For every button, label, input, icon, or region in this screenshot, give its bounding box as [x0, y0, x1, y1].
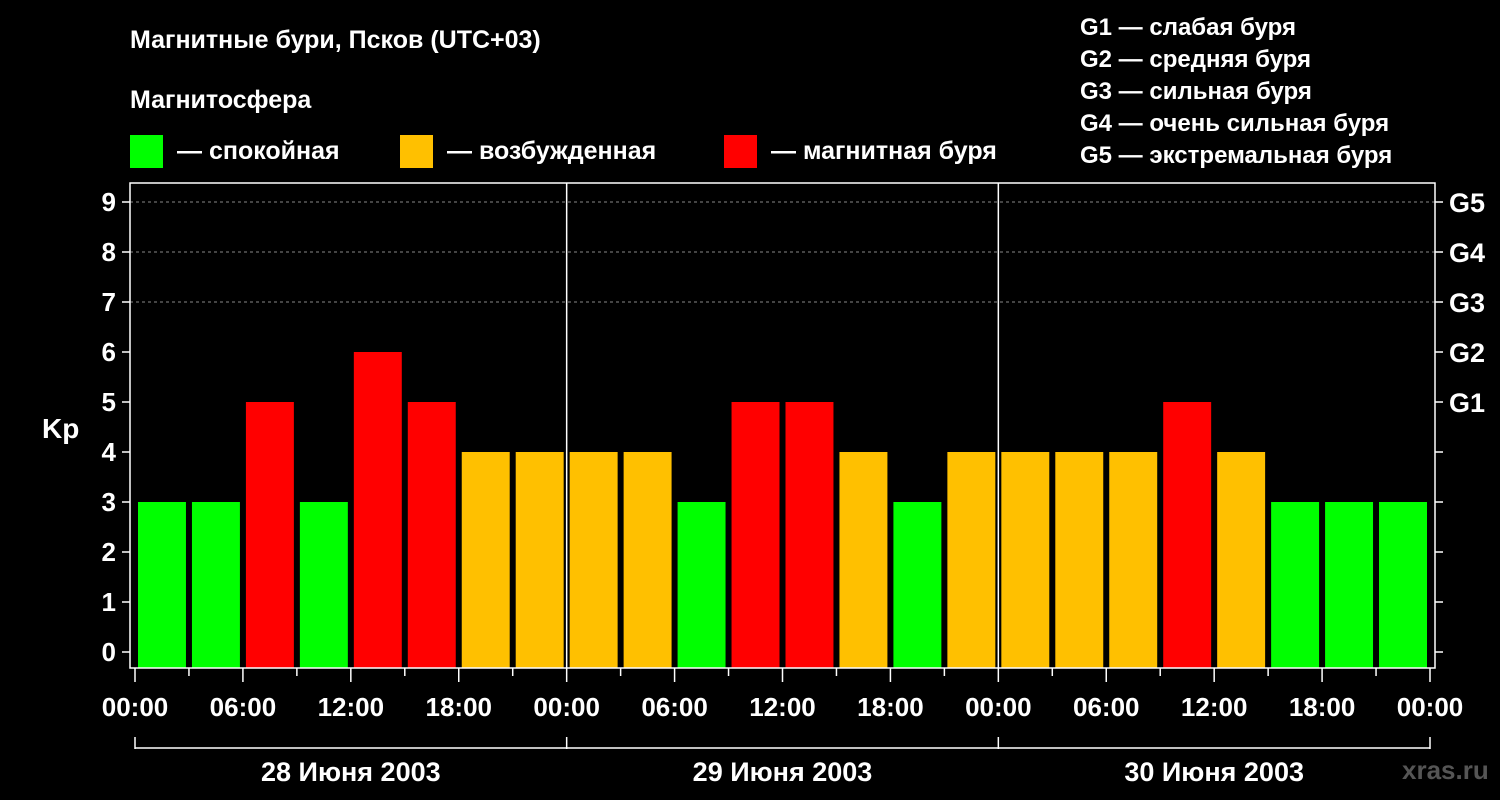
right-label-g4: G4 [1449, 238, 1485, 268]
bar-1 [191, 502, 240, 668]
bar-13 [839, 452, 888, 668]
bar-3 [299, 502, 348, 668]
bar-9 [623, 452, 672, 668]
bar-16 [1001, 452, 1050, 668]
right-label-g2: G2 [1449, 338, 1485, 368]
y-tick-label-2: 2 [102, 537, 116, 567]
y-tick-label-1: 1 [102, 587, 116, 617]
x-tick-label-2: 12:00 [318, 692, 385, 722]
bar-19 [1163, 402, 1212, 668]
bar-8 [569, 452, 618, 668]
kp-bar-chart: 0 1 2 3 4 5 6 7 8 9 G1 G2 G3 G4 G5 Kp 00:00 06:00 12:00 18:… [42, 182, 1485, 787]
x-tick-label-11: 18:00 [1289, 692, 1356, 722]
bar-2 [245, 402, 294, 668]
x-tick-label-9: 06:00 [1073, 692, 1140, 722]
x-tick-label-5: 06:00 [641, 692, 708, 722]
x-tick-label-4: 00:00 [533, 692, 600, 722]
x-tick-label-6: 12:00 [749, 692, 816, 722]
bar-6 [461, 452, 510, 668]
bar-7 [515, 452, 564, 668]
bar-5 [407, 402, 456, 668]
y-tick-label-4: 4 [102, 437, 117, 467]
x-tick-label-7: 18:00 [857, 692, 924, 722]
bar-21 [1271, 502, 1320, 668]
bar-20 [1217, 452, 1266, 668]
right-label-g3: G3 [1449, 288, 1485, 318]
y-tick-label-6: 6 [102, 337, 116, 367]
bar-0 [138, 502, 186, 668]
bar-14 [893, 502, 942, 668]
right-label-g1: G1 [1449, 388, 1485, 418]
bar-11 [731, 402, 780, 668]
right-label-g5: G5 [1449, 188, 1485, 218]
x-tick-label-8: 00:00 [965, 692, 1032, 722]
bar-23 [1379, 502, 1427, 668]
x-tick-label-10: 12:00 [1181, 692, 1248, 722]
bar-12 [785, 402, 834, 668]
watermark: xras.ru [1402, 755, 1489, 785]
bar-4 [353, 352, 402, 668]
y-tick-label-9: 9 [102, 187, 116, 217]
y-tick-label-8: 8 [102, 237, 116, 267]
bar-17 [1055, 452, 1104, 668]
bar-18 [1109, 452, 1158, 668]
y-tick-label-0: 0 [102, 637, 116, 667]
y-tick-label-5: 5 [102, 387, 116, 417]
x-tick-label-12: 00:00 [1397, 692, 1464, 722]
day-label-2: 30 Июня 2003 [1124, 757, 1304, 787]
y-axis-label: Kp [42, 413, 79, 444]
bar-22 [1325, 502, 1374, 668]
x-tick-label-1: 06:00 [210, 692, 277, 722]
bar-15 [947, 452, 996, 668]
bar-10 [677, 502, 726, 668]
day-label-1: 29 Июня 2003 [693, 757, 873, 787]
day-label-0: 28 Июня 2003 [261, 757, 441, 787]
x-tick-label-0: 00:00 [102, 692, 169, 722]
x-tick-label-3: 18:00 [426, 692, 493, 722]
y-tick-label-7: 7 [102, 287, 116, 317]
y-tick-label-3: 3 [102, 487, 116, 517]
